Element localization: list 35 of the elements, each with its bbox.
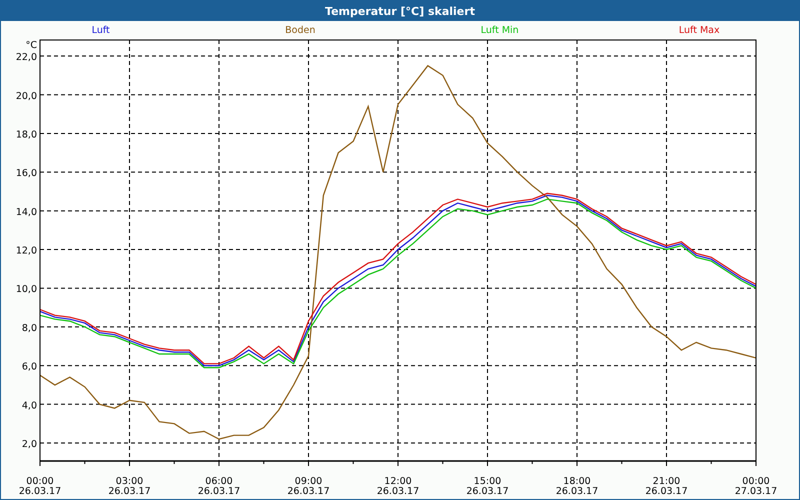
axis-label: 10,0 [16,284,37,296]
axis-label: 26.03.17 [376,486,420,497]
axis-label: 22,0 [16,52,37,64]
legend-label: Luft [92,24,110,36]
legend-label: Boden [285,24,316,36]
axis-label: 8,0 [22,322,37,334]
axis-label: 26.03.17 [287,486,330,497]
axis-label: 21:00 [652,476,680,487]
axis-label: 09:00 [294,476,322,487]
axis-label: 15:00 [474,476,502,487]
axis-label: 12:00 [384,476,412,487]
axis-label: 26.03.17 [466,486,509,497]
axis-label: 00:00 [742,476,770,487]
axis-label: 12,0 [16,246,37,257]
axis-label: 27.03.17 [734,486,778,497]
axis-label: 26.03.17 [18,486,62,497]
axis-label: 00:00 [26,476,54,487]
axis-label: 26.03.17 [198,486,240,497]
axis-label: 4,0 [22,400,37,412]
axis-label: 18,0 [16,129,37,140]
axis-label: 2,0 [22,439,37,450]
legend-label: Luft Min [480,24,519,36]
axis-label: 26.03.17 [645,486,688,497]
axis-label: 26.03.17 [556,486,598,497]
axis-label: 18:00 [563,476,591,487]
axis-label: 26.03.17 [108,486,151,497]
axis-label: 03:00 [116,476,144,487]
axis-unit: °C [26,40,37,51]
axis-label: 14,0 [16,206,37,218]
axis-label: 06:00 [205,476,233,487]
axis-label: 16,0 [16,168,37,180]
axis-label: 20,0 [16,90,37,102]
axis-label: 6,0 [22,362,37,373]
legend-label: Luft Max [678,24,720,36]
chart-title-bar: Temperatur [°C] skaliert [1,1,799,21]
